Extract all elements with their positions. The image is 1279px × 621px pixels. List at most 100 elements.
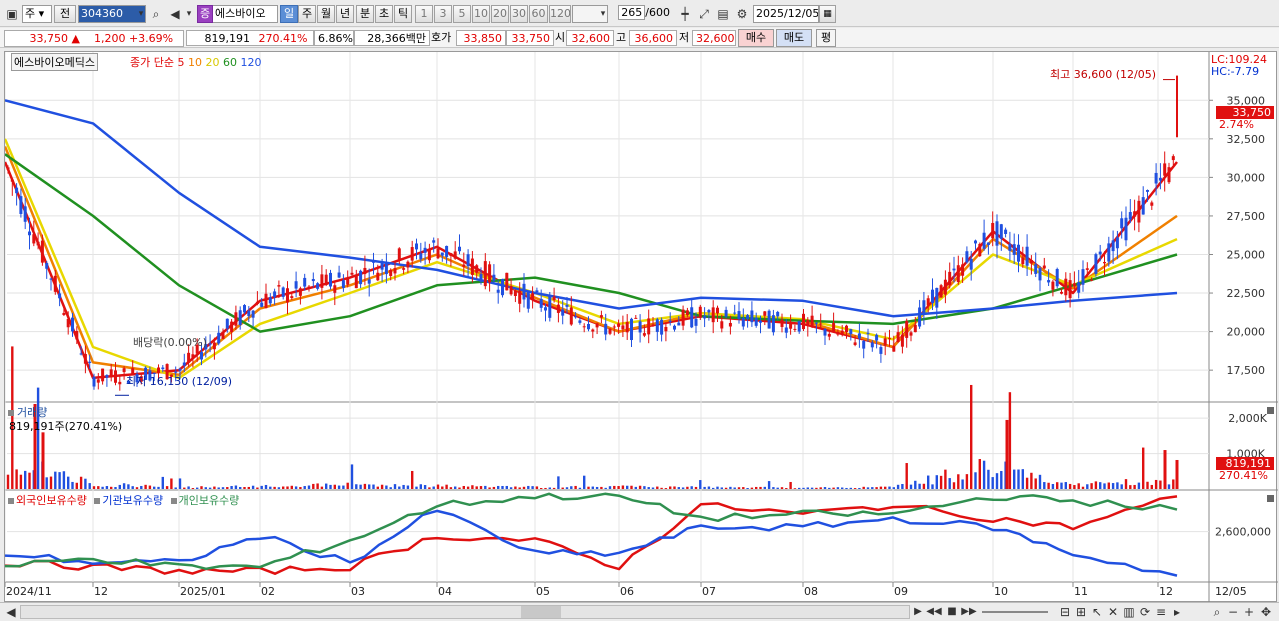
interval-button-30[interactable]: 30 (510, 5, 528, 23)
candle-body (733, 312, 737, 314)
volume-bar (681, 487, 685, 489)
count-field[interactable]: 265/600 (610, 5, 672, 23)
volume-bar (1124, 479, 1128, 489)
candle-body (109, 369, 113, 378)
ma120-legend: 120 (240, 56, 262, 69)
candle-body (681, 309, 685, 326)
candle-body (612, 326, 616, 328)
bid2-box: 33,750 (506, 30, 554, 46)
period-select[interactable]: 주 ▾ (22, 5, 52, 23)
volume-bar (600, 486, 603, 489)
prev-button[interactable]: 전 (54, 5, 76, 23)
candle-body (1029, 259, 1033, 264)
volume-bar (939, 475, 943, 489)
volume-bar (475, 486, 478, 489)
volume-bar (1038, 474, 1042, 489)
candle-body (40, 240, 44, 263)
chart-area[interactable]: 17,500 20,000 22,500 25,000 27,500 30,000 32,5… (3, 51, 1278, 603)
calendar-icon[interactable]: ▦ (819, 5, 836, 23)
draw-tool-icon[interactable]: ⤢ (695, 5, 713, 23)
eval-button[interactable]: 평 (816, 29, 836, 47)
forward-icon[interactable]: ▶▶ (960, 603, 978, 621)
candle-body (642, 333, 646, 336)
candle-body (544, 307, 547, 311)
candle-body (1128, 212, 1132, 220)
candle-body (673, 325, 676, 330)
candle-body (591, 329, 595, 332)
candle-body (118, 381, 122, 385)
window-menu-icon[interactable]: ▣ (3, 5, 21, 23)
stop-icon[interactable]: ■ (943, 603, 961, 621)
volume-bar (806, 487, 809, 489)
candle-body (479, 274, 483, 282)
zoom-slider[interactable] (982, 611, 1048, 613)
candle-body (264, 293, 268, 309)
eval-label: 평 (820, 31, 832, 44)
pan-icon[interactable]: ✥ (1257, 603, 1275, 621)
price-tick-label: 32,500 (1227, 133, 1266, 146)
volume-bar (733, 487, 736, 489)
volume-bar (264, 484, 268, 489)
candle-body (879, 347, 883, 354)
volume-bar (656, 486, 659, 489)
x-tick-label: 12 (94, 585, 108, 598)
volume-bar (406, 485, 410, 489)
candle-body (475, 265, 479, 273)
sell-button[interactable]: 매도 (776, 29, 812, 47)
volume-bar (746, 487, 749, 489)
volume-bar (419, 484, 422, 489)
candle-type-icon[interactable]: ┿ (676, 5, 694, 23)
stock-name-field[interactable]: 에스바이오 (213, 5, 278, 23)
unit-button-4[interactable]: 분 (356, 5, 374, 23)
candle-body (806, 320, 810, 326)
candle-body (367, 279, 371, 284)
interval-button-3[interactable]: 3 (434, 5, 452, 23)
unit-button-5[interactable]: 초 (375, 5, 393, 23)
unit-button-0[interactable]: 일 (280, 5, 298, 23)
save-icon[interactable]: ▤ (714, 5, 732, 23)
candle-body (200, 352, 203, 360)
volume-bar (965, 474, 969, 489)
candle-body (1004, 229, 1008, 234)
interval-button-60[interactable]: 60 (529, 5, 548, 23)
scroll-track[interactable] (20, 605, 910, 619)
unit-button-6[interactable]: 틱 (394, 5, 412, 23)
settings-gear-icon[interactable]: ⚙ (733, 5, 751, 23)
scroll-left-icon[interactable]: ◀ (2, 603, 20, 621)
current-price: 33,750 (29, 32, 69, 45)
candle-body (513, 290, 517, 296)
unit-button-3[interactable]: 년 (336, 5, 354, 23)
search-icon[interactable]: ⌕ (147, 5, 165, 23)
speaker-dropdown-icon[interactable]: ▾ (180, 5, 198, 23)
unit-button-2[interactable]: 월 (317, 5, 335, 23)
high-box: 36,600 (629, 30, 677, 46)
volume-bar (1025, 477, 1029, 489)
interval-button-10[interactable]: 10 (472, 5, 490, 23)
stock-label-box[interactable]: 에스바이오메딕스 (11, 53, 98, 71)
rewind-icon[interactable]: ◀◀ (925, 603, 943, 621)
interval-button-5[interactable]: 5 (453, 5, 471, 23)
candle-body (565, 304, 569, 307)
volume-bar (24, 470, 27, 489)
interval-button-20[interactable]: 20 (491, 5, 509, 23)
volume-bar (828, 487, 831, 489)
unit-button-1[interactable]: 주 (298, 5, 316, 23)
buy-button[interactable]: 매수 (738, 29, 774, 47)
scroll-thumb[interactable] (521, 606, 561, 618)
candle-body (492, 274, 496, 281)
interval-button-1[interactable]: 1 (415, 5, 433, 23)
zoom-in-icon[interactable]: + (1240, 603, 1258, 621)
candle-body (1171, 156, 1175, 161)
candle-body (926, 298, 930, 306)
interval-button-120[interactable]: 120 (549, 5, 571, 23)
candle-body (1047, 280, 1051, 283)
candle-body (436, 248, 440, 259)
candle-body (569, 307, 573, 325)
date-input[interactable]: 2025/12/05 (753, 5, 819, 23)
stock-type-badge: 증 (197, 5, 213, 23)
volume-bar (282, 486, 285, 489)
scroll-end-icon[interactable]: ▸ (1168, 603, 1186, 621)
candle-body (599, 315, 603, 318)
volume-bar (454, 486, 457, 489)
volume-bar (333, 484, 336, 489)
